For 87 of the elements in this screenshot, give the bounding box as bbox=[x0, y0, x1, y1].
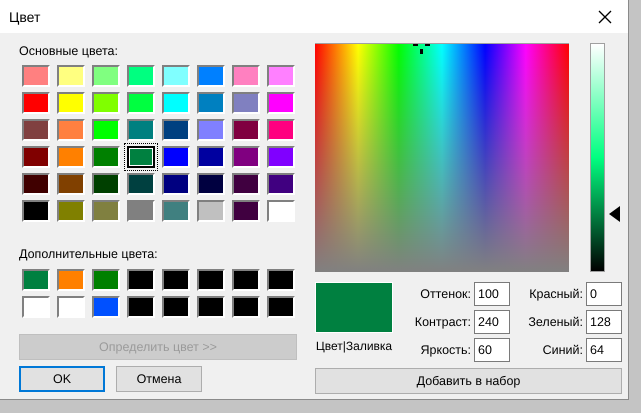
window-title: Цвет bbox=[9, 8, 40, 24]
color-swatch[interactable] bbox=[22, 296, 50, 318]
color-swatch[interactable] bbox=[127, 296, 155, 318]
color-swatch[interactable] bbox=[127, 146, 155, 168]
color-swatch[interactable] bbox=[57, 296, 85, 318]
field-label: Красный: bbox=[528, 287, 584, 301]
dialog-button[interactable]: Отмена bbox=[116, 366, 202, 392]
color-swatch[interactable] bbox=[92, 296, 120, 318]
color-swatch[interactable] bbox=[232, 146, 260, 168]
color-swatch[interactable] bbox=[232, 173, 260, 195]
color-swatch[interactable] bbox=[162, 65, 190, 87]
field-label: Синий: bbox=[542, 343, 584, 357]
color-swatch[interactable] bbox=[92, 173, 120, 195]
color-swatch[interactable] bbox=[162, 119, 190, 141]
color-swatch[interactable] bbox=[267, 173, 295, 195]
input-field[interactable]: 0 bbox=[586, 282, 622, 306]
color-swatch[interactable] bbox=[197, 200, 225, 222]
color-swatch[interactable] bbox=[232, 200, 260, 222]
basic-colors-label: Основные цвета: bbox=[19, 43, 119, 59]
field-label: Яркость: bbox=[419, 343, 472, 357]
color-swatch[interactable] bbox=[197, 269, 225, 291]
color-swatch[interactable] bbox=[22, 269, 50, 291]
color-swatch[interactable] bbox=[197, 65, 225, 87]
field-label: Контраст: bbox=[414, 315, 472, 329]
color-swatch[interactable] bbox=[232, 65, 260, 87]
crosshair-icon bbox=[413, 44, 433, 55]
close-icon[interactable] bbox=[598, 10, 612, 24]
color-swatch[interactable] bbox=[197, 296, 225, 318]
color-swatch[interactable] bbox=[162, 173, 190, 195]
color-swatch[interactable] bbox=[197, 146, 225, 168]
color-swatch[interactable] bbox=[267, 65, 295, 87]
field-label: Зеленый: bbox=[527, 315, 584, 329]
color-swatch[interactable] bbox=[57, 146, 85, 168]
color-swatch[interactable] bbox=[22, 119, 50, 141]
color-swatch[interactable] bbox=[197, 119, 225, 141]
color-swatch[interactable] bbox=[127, 269, 155, 291]
input-field[interactable]: 64 bbox=[586, 338, 622, 362]
color-swatch[interactable] bbox=[57, 200, 85, 222]
color-swatch[interactable] bbox=[232, 269, 260, 291]
color-swatch[interactable] bbox=[127, 92, 155, 114]
color-swatch[interactable] bbox=[232, 119, 260, 141]
color-swatch[interactable] bbox=[267, 119, 295, 141]
color-swatch[interactable] bbox=[92, 119, 120, 141]
color-swatch[interactable] bbox=[22, 65, 50, 87]
color-swatch[interactable] bbox=[57, 92, 85, 114]
color-swatch[interactable] bbox=[162, 200, 190, 222]
input-field[interactable]: 100 bbox=[474, 282, 510, 306]
dialog-button[interactable]: OK bbox=[19, 366, 105, 392]
color-swatch[interactable] bbox=[162, 296, 190, 318]
color-swatch[interactable] bbox=[127, 173, 155, 195]
color-swatch[interactable] bbox=[92, 65, 120, 87]
color-swatch[interactable] bbox=[127, 65, 155, 87]
color-spectrum[interactable] bbox=[315, 43, 569, 272]
slider-arrow-icon[interactable] bbox=[609, 206, 620, 222]
color-swatch[interactable] bbox=[267, 92, 295, 114]
color-swatch[interactable] bbox=[267, 269, 295, 291]
color-swatch[interactable] bbox=[22, 200, 50, 222]
color-swatch[interactable] bbox=[197, 173, 225, 195]
color-swatch[interactable] bbox=[92, 146, 120, 168]
color-swatch[interactable] bbox=[92, 200, 120, 222]
color-swatch[interactable] bbox=[57, 269, 85, 291]
input-field[interactable]: 240 bbox=[474, 310, 510, 334]
color-swatch[interactable] bbox=[267, 146, 295, 168]
preview-label: Цвет|Заливка bbox=[316, 339, 392, 353]
field-label: Оттенок: bbox=[419, 287, 472, 301]
color-swatch[interactable] bbox=[57, 119, 85, 141]
color-swatch[interactable] bbox=[57, 173, 85, 195]
input-field[interactable]: 128 bbox=[586, 310, 622, 334]
color-swatch[interactable] bbox=[127, 200, 155, 222]
color-swatch[interactable] bbox=[22, 92, 50, 114]
color-swatch[interactable] bbox=[162, 146, 190, 168]
color-swatch[interactable] bbox=[232, 92, 260, 114]
color-swatch[interactable] bbox=[267, 200, 295, 222]
color-swatch[interactable] bbox=[197, 92, 225, 114]
add-to-custom-button[interactable]: Добавить в набор bbox=[315, 368, 622, 394]
input-field[interactable]: 60 bbox=[474, 338, 510, 362]
color-swatch[interactable] bbox=[232, 296, 260, 318]
color-swatch[interactable] bbox=[57, 65, 85, 87]
custom-colors-label: Дополнительные цвета: bbox=[19, 246, 159, 262]
color-swatch[interactable] bbox=[162, 269, 190, 291]
color-swatch[interactable] bbox=[22, 146, 50, 168]
color-swatch[interactable] bbox=[92, 269, 120, 291]
color-swatch[interactable] bbox=[22, 173, 50, 195]
color-swatch[interactable] bbox=[127, 119, 155, 141]
color-swatch[interactable] bbox=[267, 296, 295, 318]
color-swatch[interactable] bbox=[92, 92, 120, 114]
color-swatch[interactable] bbox=[162, 92, 190, 114]
